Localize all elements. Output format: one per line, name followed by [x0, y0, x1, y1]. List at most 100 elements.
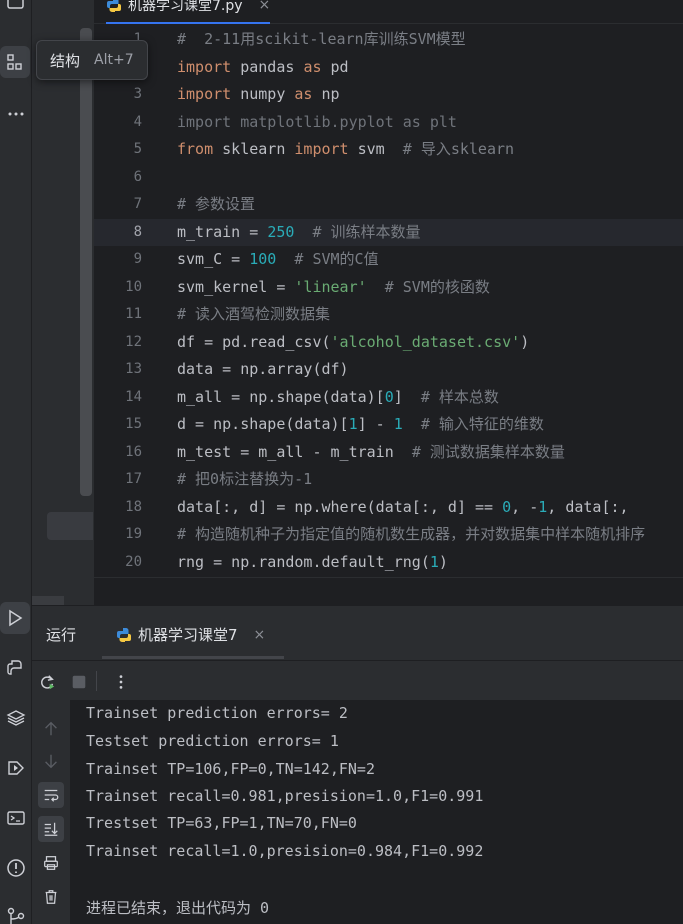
- code-line[interactable]: 11 # 读入酒驾检测数据集: [94, 301, 683, 329]
- console-output[interactable]: Trainset prediction errors= 2 Testset pre…: [70, 700, 683, 924]
- code-token: # 输入特征的维数: [420, 415, 544, 433]
- code-token: # 参数设置: [177, 195, 256, 213]
- code-token: 100: [249, 250, 277, 268]
- code-token: , data[:,: [547, 497, 638, 516]
- scroll-to-end-icon[interactable]: [38, 816, 64, 842]
- code-line[interactable]: 8 m_train = 250 # 训练样本数量: [94, 218, 683, 246]
- line-number: 20: [125, 553, 142, 570]
- line-number: 7: [133, 196, 142, 212]
- code-line[interactable]: 1 # 2-11用scikit-learn库训练SVM模型: [94, 26, 683, 54]
- line-number: 9: [133, 251, 142, 267]
- code-token: # 把0标注替换为-1: [177, 470, 313, 488]
- close-icon[interactable]: ×: [259, 0, 271, 13]
- code-token: 'linear': [294, 277, 367, 296]
- editor-tab-label: 机器学习课堂7.py: [128, 0, 243, 14]
- code-line[interactable]: 7 # 参数设置: [94, 191, 683, 219]
- console-line: Trainset prediction errors= 2: [86, 704, 348, 722]
- code-token: data[:, d] = np.where(data[:, d] ==: [177, 497, 503, 516]
- line-number: 16: [125, 443, 142, 460]
- rerun-icon[interactable]: [36, 671, 58, 693]
- arrow-up-icon[interactable]: [38, 716, 64, 742]
- arrow-down-icon[interactable]: [38, 748, 64, 774]
- editor-tab[interactable]: 机器学习课堂7.py ×: [106, 0, 271, 24]
- code-token: svm_C =: [177, 250, 250, 268]
- more-vertical-icon[interactable]: [110, 671, 132, 693]
- code-token: 1: [348, 415, 358, 433]
- code-line[interactable]: 12 df = pd.read_csv('alcohol_dataset.csv'…: [94, 329, 683, 357]
- code-text: # 读入酒驾检测数据集: [177, 301, 330, 329]
- code-text: import pandas as pd: [177, 54, 349, 82]
- code-text: # 参数设置: [177, 191, 255, 219]
- code-line[interactable]: 3 import numpy as np: [94, 81, 683, 109]
- run-config-tab[interactable]: 机器学习课堂7 ×: [116, 624, 265, 645]
- structure-icon[interactable]: [0, 46, 30, 78]
- tooltip-label: 结构: [50, 51, 81, 70]
- line-number: 4: [133, 113, 142, 130]
- code-lines[interactable]: 1# 2-11用scikit-learn库训练SVM模型2import pand…: [94, 26, 683, 576]
- run-header: 运行 机器学习课堂7 ×: [32, 606, 683, 660]
- side-panel-button[interactable]: [47, 512, 93, 540]
- console-line: Trainset recall=0.981,presision=1.0,F1=0…: [86, 787, 484, 805]
- line-number: 18: [125, 498, 142, 515]
- run-icon[interactable]: [0, 602, 30, 634]
- print-icon[interactable]: [38, 850, 64, 876]
- code-line[interactable]: 4 import matplotlib.pyplot as plt: [94, 109, 683, 137]
- python-console-icon[interactable]: [0, 652, 32, 684]
- code-token: as: [303, 57, 322, 76]
- code-line[interactable]: 9 svm_C = 100 # SVM的C值: [94, 246, 683, 274]
- close-icon[interactable]: ×: [254, 627, 266, 643]
- code-line[interactable]: 14 m_all = np.shape(data)[0] # 样本总数: [94, 384, 683, 412]
- code-token: 0: [384, 387, 394, 406]
- code-token: as: [294, 85, 313, 103]
- code-line[interactable]: 20 rng = np.random.default_rng(1): [94, 549, 683, 577]
- code-token: ]: [393, 387, 421, 406]
- editor-bottom-border: [94, 577, 683, 578]
- code-line[interactable]: 5 from sklearn import svm # 导入sklearn: [94, 136, 683, 164]
- editor-tab-bar: 机器学习课堂7.py ×: [94, 0, 683, 24]
- code-token: # SVM的核函数: [384, 277, 490, 296]
- code-line[interactable]: 16 m_test = m_all - m_train # 测试数据集样本数量: [94, 439, 683, 467]
- code-token: data = np.array(df): [177, 360, 349, 378]
- code-line[interactable]: 18 data[:, d] = np.where(data[:, d] == 0,…: [94, 494, 683, 522]
- code-line[interactable]: 17 # 把0标注替换为-1: [94, 466, 683, 494]
- code-text: m_test = m_all - m_train # 测试数据集样本数量: [177, 439, 565, 467]
- active-tab-indicator: [106, 22, 271, 24]
- console-line: Trainset recall=1.0,presision=0.984,F1=0…: [86, 842, 484, 860]
- code-text: df = pd.read_csv('alcohol_dataset.csv'): [177, 329, 529, 357]
- code-line[interactable]: 13 data = np.array(df): [94, 356, 683, 384]
- trash-icon[interactable]: [38, 884, 64, 910]
- code-token: import: [294, 140, 349, 158]
- run-tab-label: 机器学习课堂7: [138, 626, 238, 644]
- layers-icon[interactable]: [0, 702, 32, 734]
- code-line[interactable]: 15 d = np.shape(data)[1] - 1 # 输入特征的维数: [94, 411, 683, 439]
- tooltip-shortcut: Alt+7: [94, 52, 134, 68]
- code-line[interactable]: 6: [94, 164, 683, 192]
- folder-icon[interactable]: [0, 0, 32, 18]
- stop-icon[interactable]: [68, 671, 90, 693]
- code-text: rng = np.random.default_rng(1): [177, 549, 448, 577]
- side-panel-scrollbar[interactable]: [80, 28, 92, 496]
- python-icon: [117, 627, 131, 642]
- code-text: data[:, d] = np.where(data[:, d] == 0, -…: [177, 494, 638, 522]
- code-token: m_all = np.shape(data)[: [177, 387, 385, 406]
- more-icon[interactable]: [0, 98, 32, 130]
- code-token: 1: [393, 415, 403, 433]
- code-line[interactable]: 19 # 构造随机种子为指定值的随机数生成器，并对数据集中样本随机排序: [94, 521, 683, 549]
- code-token: import matplotlib.pyplot as plt: [177, 112, 457, 131]
- code-token: , -: [511, 497, 539, 516]
- code-token: # 构造随机种子为指定值的随机数生成器，并对数据集中样本随机排序: [177, 525, 646, 543]
- services-icon[interactable]: [0, 752, 32, 784]
- line-number: 12: [125, 333, 142, 350]
- git-icon[interactable]: [0, 900, 32, 924]
- code-line[interactable]: 10 svm_kernel = 'linear' # SVM的核函数: [94, 274, 683, 302]
- code-token: 250: [267, 222, 295, 241]
- problems-icon[interactable]: [0, 852, 32, 884]
- line-number: 5: [133, 141, 142, 157]
- code-token: ] -: [357, 415, 394, 433]
- code-line[interactable]: 2import pandas as pd: [94, 54, 683, 82]
- terminal-icon[interactable]: [0, 802, 32, 834]
- code-token: # 训练样本数量: [312, 222, 421, 241]
- code-token: 0: [502, 497, 512, 516]
- soft-wrap-icon[interactable]: [38, 782, 64, 808]
